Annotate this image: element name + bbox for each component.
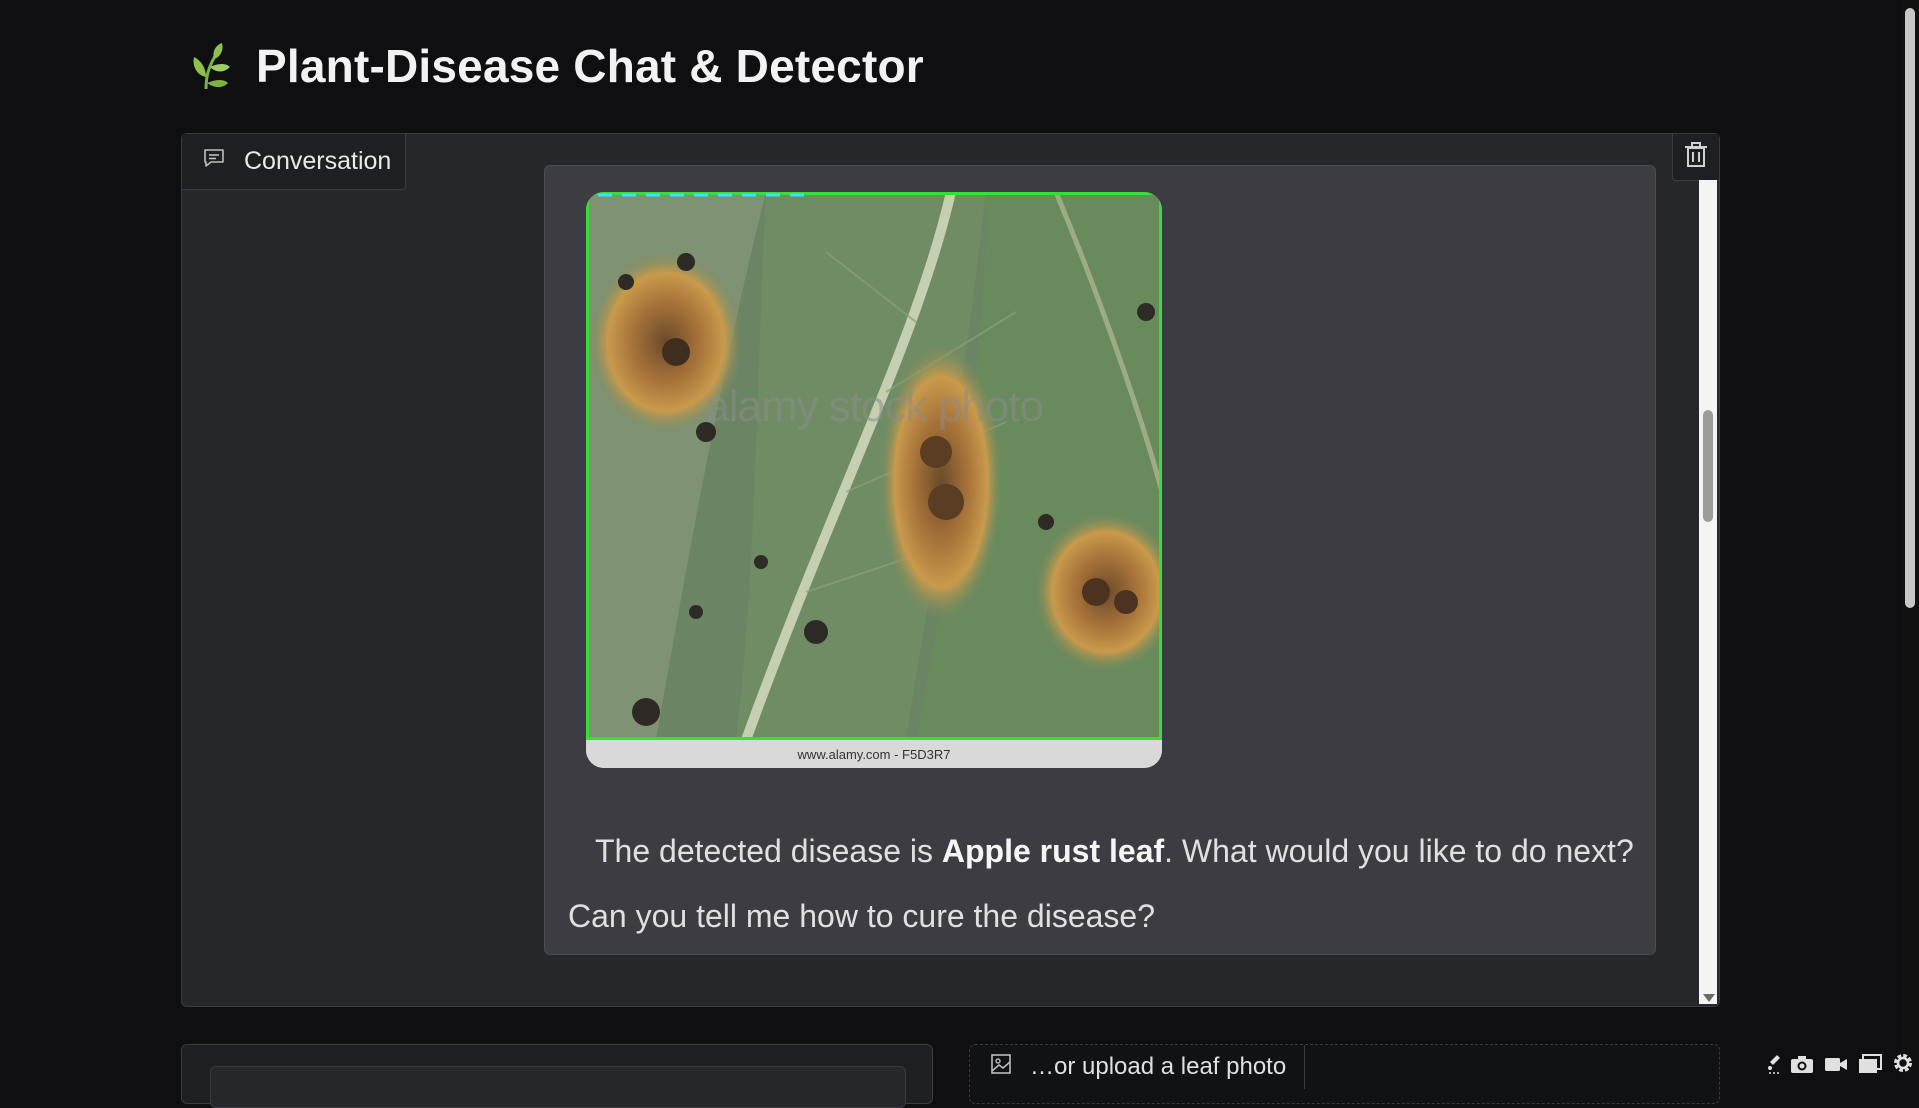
upload-label-text: …or upload a leaf photo [1030, 1053, 1287, 1080]
detection-result-image[interactable]: alamy stock photo www.alamy.com - F5D3R7 [586, 192, 1162, 768]
camera-icon[interactable] [1789, 1053, 1815, 1075]
leaf-photo [586, 192, 1162, 740]
leaf-sprout-icon [188, 41, 234, 91]
upload-label: …or upload a leaf photo [970, 1045, 1306, 1089]
chat-message-group: alamy stock photo www.alamy.com - F5D3R7… [544, 165, 1656, 955]
scroll-down-arrow-icon[interactable] [1703, 994, 1715, 1002]
image-watermark: alamy stock photo [705, 382, 1044, 431]
app-header: Plant-Disease Chat & Detector [188, 36, 924, 96]
chat-scrollbar-thumb[interactable] [1703, 410, 1713, 522]
page-scrollbar-thumb[interactable] [1905, 8, 1915, 608]
chatbot-label-text: Conversation [244, 147, 392, 175]
trash-icon [1683, 141, 1709, 173]
clear-chat-button[interactable] [1672, 134, 1719, 181]
leaf-upload-panel[interactable]: …or upload a leaf photo [969, 1044, 1720, 1104]
video-icon[interactable] [1823, 1053, 1849, 1075]
chat-icon [202, 146, 226, 177]
bot-message-prefix: The detected disease is [595, 833, 942, 869]
image-icon [990, 1053, 1012, 1082]
detected-disease-name: Apple rust leaf [941, 833, 1165, 869]
bot-message: The detected disease is Apple rust leaf.… [595, 833, 1635, 870]
bottom-toolbar [1767, 1051, 1915, 1075]
chatbot-label: Conversation [182, 134, 406, 190]
brush-icon[interactable] [1767, 1053, 1781, 1075]
image-credit: www.alamy.com - F5D3R7 [586, 740, 1162, 768]
chat-scrollbar[interactable] [1699, 180, 1717, 1004]
text-input-panel [181, 1044, 933, 1108]
page-scrollbar[interactable] [1901, 0, 1919, 1079]
user-message: Can you tell me how to cure the disease? [568, 898, 1155, 934]
page-title: Plant-Disease Chat & Detector [256, 40, 924, 92]
chatbot-panel: Conversation alamy stock photo www.alamy… [181, 133, 1720, 1007]
window-icon[interactable] [1857, 1053, 1883, 1075]
chat-text-input[interactable] [210, 1066, 906, 1108]
bot-message-suffix: . What would you like to do next? [1164, 833, 1634, 869]
gear-icon[interactable] [1891, 1051, 1915, 1075]
